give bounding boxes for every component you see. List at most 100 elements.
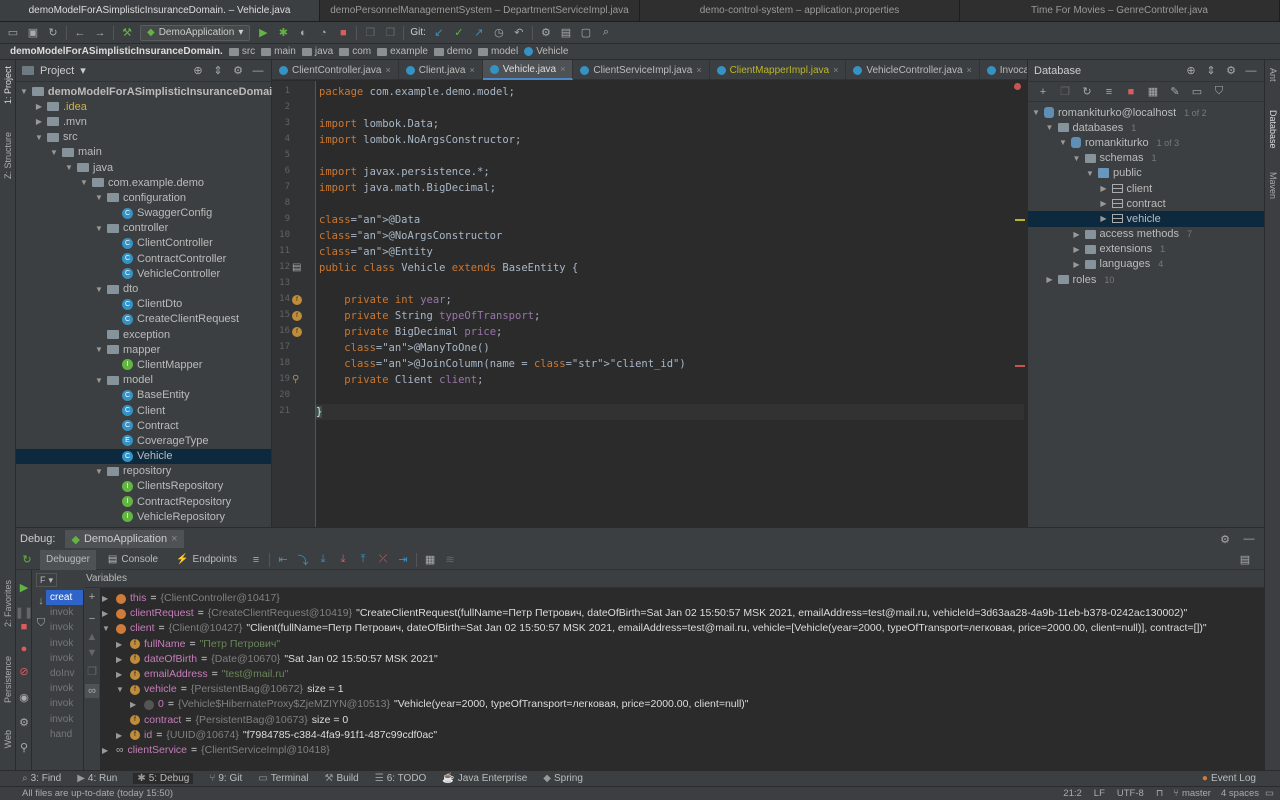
rerun-icon[interactable]: ↻	[20, 553, 34, 567]
search-icon[interactable]: ⌕	[599, 26, 613, 40]
chevron-right-icon[interactable]: ▶	[102, 606, 112, 621]
project-tree-item[interactable]: C CreateClientRequest	[16, 312, 271, 327]
presentation-icon[interactable]: ▢	[579, 26, 593, 40]
structure-tool-tab[interactable]: Z: Structure	[3, 132, 13, 179]
database-tree-item[interactable]: ▶ client	[1028, 181, 1264, 196]
minimize-icon[interactable]: —	[1242, 532, 1256, 546]
remove-icon[interactable]: −	[85, 612, 99, 626]
breadcrumb-item[interactable]: src	[228, 46, 255, 57]
run-icon[interactable]: ▶	[256, 26, 270, 40]
code-editor[interactable]: package com.example.demo.model; import lo…	[316, 81, 1027, 527]
project-tree-item[interactable]: C Contract	[16, 418, 271, 433]
breadcrumb-item[interactable]: demoModelForASimplisticInsuranceDomain.	[10, 46, 223, 57]
locate-icon[interactable]: ⊕	[1184, 64, 1198, 78]
stack-frame[interactable]: invok	[46, 620, 83, 635]
breadcrumb-item[interactable]: main	[261, 46, 296, 57]
bottom-tab[interactable]: ▶ 4: Run	[77, 773, 117, 784]
stop-icon[interactable]: ■	[1124, 85, 1138, 99]
stop-icon[interactable]: ■	[17, 620, 31, 634]
database-tree-item[interactable]: ▶ vehicle	[1028, 211, 1264, 227]
chevron-down-icon[interactable]: ▼	[95, 193, 103, 202]
edit-icon[interactable]: ✎	[1168, 85, 1182, 99]
chevron-right-icon[interactable]: ▶	[1073, 260, 1081, 269]
chevron-right-icon[interactable]: ▶	[116, 637, 126, 652]
view-breakpoints-icon[interactable]: ●	[17, 642, 31, 656]
gear-icon[interactable]: ⚙	[1224, 64, 1238, 78]
project-tree-item[interactable]: ▼ demoModelForASimplisticInsuranceDomain.	[16, 84, 282, 99]
structure-icon[interactable]: ▤	[559, 26, 573, 40]
camera-icon[interactable]: ◉	[17, 690, 31, 704]
database-tree-item[interactable]: ▼ romankiturko@localhost 1 of 2	[1028, 105, 1264, 120]
chevron-right-icon[interactable]: ▶	[1100, 184, 1108, 193]
project-tool-tab[interactable]: 1: Project	[3, 66, 13, 104]
warning-marker[interactable]	[1015, 219, 1025, 221]
breadcrumb-item[interactable]: example	[377, 46, 428, 57]
chevron-down-icon[interactable]: ▼	[102, 621, 112, 636]
gear-icon[interactable]: ⚙	[17, 715, 31, 729]
debug-session-tab[interactable]: ◆ DemoApplication ×	[65, 530, 184, 548]
chevron-right-icon[interactable]: ▶	[1100, 214, 1108, 223]
indent-setting[interactable]: 4 spaces	[1221, 788, 1259, 799]
project-tree-item[interactable]: C SwaggerConfig	[16, 206, 271, 221]
chevron-down-icon[interactable]: ▼	[1086, 169, 1094, 178]
relation-marker-icon[interactable]: ⚲	[292, 374, 299, 385]
project-title[interactable]: Project	[40, 65, 74, 77]
gear-icon[interactable]: ⚙	[231, 64, 245, 78]
collapse-icon[interactable]: ⇕	[211, 64, 225, 78]
chevron-right-icon[interactable]: ▶	[1046, 275, 1054, 284]
chevron-right-icon[interactable]: ▶	[116, 728, 126, 743]
bottom-tab[interactable]: ▭ Terminal	[258, 773, 308, 784]
run-to-cursor-icon[interactable]: ⇥	[396, 553, 410, 567]
variable-row[interactable]: ▶ f id = {UUID@10674} "f7984785-c384-4fa9-91f…	[116, 728, 437, 743]
step-into-icon[interactable]: ⤓	[316, 553, 330, 567]
git-branch[interactable]: ⑂ master	[1173, 788, 1211, 799]
project-tree-item[interactable]: I ContractRepository	[16, 494, 271, 509]
memory-icon[interactable]: ▭	[1265, 788, 1274, 799]
layout-icon[interactable]: ▤	[1238, 553, 1252, 567]
database-tree-item[interactable]: ▶ access methods 7	[1028, 227, 1264, 242]
field-marker-icon[interactable]: f	[292, 311, 302, 321]
breadcrumb-item[interactable]: com	[339, 46, 371, 57]
project-tree-item[interactable]: I VehicleRepository	[16, 509, 271, 524]
minimize-icon[interactable]: —	[251, 64, 265, 78]
variable-row[interactable]: ▼ f vehicle = {PersistentBag@10672} size = 1	[116, 682, 344, 697]
close-icon[interactable]: ×	[171, 533, 177, 545]
tab-debugger[interactable]: Debugger	[40, 549, 96, 570]
project-tree-item[interactable]: ▼ com.example.demo	[16, 175, 271, 190]
database-tree-item[interactable]: ▶ roles 10	[1028, 272, 1264, 287]
stack-frame[interactable]: invok	[46, 636, 83, 651]
project-tree-item[interactable]: I ClientsRepository	[16, 479, 271, 494]
variable-row[interactable]: ▶ f emailAddress = "test@mail.ru"	[116, 667, 288, 682]
database-tool-tab[interactable]: Database	[1268, 110, 1278, 149]
stack-frame[interactable]: invok	[46, 681, 83, 696]
project-tree-item[interactable]: ▼ configuration	[16, 190, 271, 205]
variable-row[interactable]: ▼ client = {Client@10427} "Client(fullName=П…	[102, 621, 1207, 636]
paste-icon[interactable]: ❐	[383, 26, 397, 40]
chevron-down-icon[interactable]: ▼	[95, 376, 103, 385]
variable-row[interactable]: ▶ f dateOfBirth = {Date@10670} "Sat Jan 02 15…	[116, 652, 438, 667]
chevron-right-icon[interactable]: ▶	[130, 697, 140, 712]
chevron-right-icon[interactable]: ▶	[116, 652, 126, 667]
database-tree-item[interactable]: ▼ public	[1028, 166, 1264, 181]
ant-tool-tab[interactable]: Ant	[1268, 68, 1278, 82]
chevron-down-icon[interactable]: ▼	[95, 224, 103, 233]
bottom-tab[interactable]: ⑂ 9: Git	[209, 773, 242, 784]
chevron-right-icon[interactable]: ▶	[102, 743, 112, 758]
chevron-right-icon[interactable]: ▶	[116, 667, 126, 682]
mute-breakpoints-icon[interactable]: ⊘	[17, 664, 31, 678]
variable-row[interactable]: ▶ f fullName = "Петр Петрович"	[116, 637, 280, 652]
project-tree-item[interactable]: ▼ main	[16, 145, 271, 160]
open-folder-icon[interactable]: ▭	[6, 26, 20, 40]
add-watch-icon[interactable]: +	[85, 590, 99, 604]
filter-icon[interactable]: ⛉	[1212, 85, 1226, 99]
stack-frame[interactable]: invok	[46, 651, 83, 666]
close-icon[interactable]: ×	[967, 65, 972, 75]
stack-frame[interactable]: invok	[46, 712, 83, 727]
minimize-icon[interactable]: —	[1244, 64, 1258, 78]
editor-tab[interactable]: Client.java ×	[399, 60, 483, 80]
tab-endpoints[interactable]: ⚡ Endpoints	[170, 550, 243, 570]
chevron-down-icon[interactable]: ▼	[95, 285, 103, 294]
error-indicator-icon[interactable]	[1014, 83, 1021, 90]
variable-row[interactable]: ▶ ∞ clientService = {ClientServiceImpl@10418…	[102, 743, 330, 758]
chevron-right-icon[interactable]: ▶	[1100, 199, 1108, 208]
